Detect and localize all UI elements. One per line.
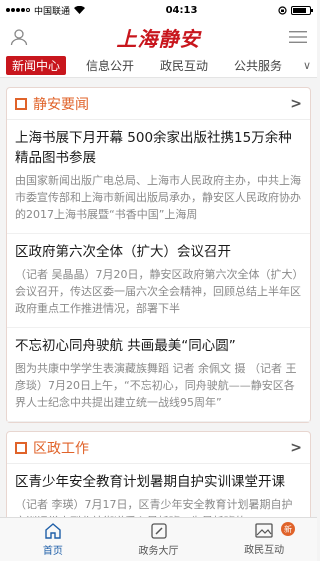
list-item[interactable]: 不忘初心同舟驶航 共画最美“同心圆” 图为共康中学学生表演藏族舞蹈 记者 余佩文…	[7, 328, 310, 422]
bottom-tab-bar: 首页 政务大厅 政民互动 新	[0, 517, 317, 561]
chevron-right-icon[interactable]: >	[290, 440, 302, 456]
user-icon[interactable]	[10, 28, 28, 46]
status-bar: 中国联通 04:13	[0, 0, 317, 20]
tab-citizen-interaction[interactable]: 政民互动	[154, 56, 214, 75]
tab-government-hall[interactable]: 政务大厅	[106, 518, 212, 561]
tab-label: 首页	[42, 545, 63, 557]
section-title: 静安要闻	[33, 96, 89, 113]
app-logo: 上海静安	[116, 26, 201, 51]
tab-citizen-interaction-bottom[interactable]: 政民互动 新	[211, 518, 317, 561]
tab-label: 政务大厅	[138, 545, 179, 557]
article-summary: 图为共康中学学生表演藏族舞蹈 记者 余佩文 摄 （记者 王彦琰）7月20日上午，…	[15, 362, 297, 409]
main-content: 静安要闻 > 上海书展下月开幕 500余家出版社携15万余种精品图书参展 由国家…	[0, 79, 317, 517]
tab-home[interactable]: 首页	[0, 518, 106, 561]
app-header: 上海静安	[0, 20, 317, 54]
article-title[interactable]: 不忘初心同舟驶航 共画最美“同心圆”	[15, 336, 302, 356]
home-icon	[45, 522, 61, 539]
section-header[interactable]: 区政工作 >	[7, 432, 310, 464]
article-summary: （记者 李瑛）7月17日，区青少年安全教育计划暑期自护实训课堂来到北站街道爱心暑…	[15, 498, 293, 517]
list-item[interactable]: 区青少年安全教育计划暑期自护实训课堂开课 （记者 李瑛）7月17日，区青少年安全…	[7, 464, 310, 517]
section-title: 区政工作	[33, 440, 89, 457]
status-left: 中国联通	[6, 4, 86, 17]
status-time: 04:13	[165, 4, 198, 16]
image-icon	[255, 523, 273, 538]
new-badge: 新	[281, 522, 296, 536]
tab-public-service[interactable]: 公共服务	[228, 56, 288, 75]
lock-rotation-icon	[278, 5, 287, 15]
section-marker-icon	[15, 97, 27, 110]
article-summary: （记者 吴晶晶）7月20日，静安区政府第六次全体（扩大）会议召开，传达区委一届六…	[15, 268, 301, 315]
section-marker-icon	[15, 441, 27, 454]
carrier-label: 中国联通	[34, 6, 71, 17]
section-district-work: 区政工作 > 区青少年安全教育计划暑期自护实训课堂开课 （记者 李瑛）7月17日…	[6, 431, 311, 517]
signal-icon	[6, 8, 30, 12]
section-jingan-news: 静安要闻 > 上海书展下月开幕 500余家出版社携15万余种精品图书参展 由国家…	[6, 87, 311, 423]
tab-info-disclosure[interactable]: 信息公开	[80, 56, 140, 75]
edit-icon	[150, 522, 167, 539]
menu-icon[interactable]	[289, 30, 307, 44]
article-summary: 由国家新闻出版广电总局、上海市人民政府主办，中共上海市委宣传部和上海市新闻出版局…	[15, 174, 301, 221]
wifi-icon	[74, 6, 86, 14]
article-title[interactable]: 区青少年安全教育计划暑期自护实训课堂开课	[15, 472, 302, 492]
tab-news-center[interactable]: 新闻中心	[6, 56, 67, 75]
battery-icon	[290, 5, 313, 15]
article-title[interactable]: 上海书展下月开幕 500余家出版社携15万余种精品图书参展	[15, 128, 302, 168]
article-title[interactable]: 区政府第六次全体（扩大）会议召开	[15, 242, 302, 262]
chevron-right-icon[interactable]: >	[290, 96, 302, 112]
status-right	[278, 5, 313, 15]
list-item[interactable]: 上海书展下月开幕 500余家出版社携15万余种精品图书参展 由国家新闻出版广电总…	[7, 120, 310, 234]
tab-label: 政民互动	[244, 545, 285, 556]
list-item[interactable]: 区政府第六次全体（扩大）会议召开 （记者 吴晶晶）7月20日，静安区政府第六次全…	[7, 234, 310, 328]
category-tabs: 新闻中心 信息公开 政民互动 公共服务 ∨	[0, 54, 317, 78]
chevron-down-icon[interactable]: ∨	[303, 59, 311, 72]
section-header[interactable]: 静安要闻 >	[7, 88, 310, 120]
